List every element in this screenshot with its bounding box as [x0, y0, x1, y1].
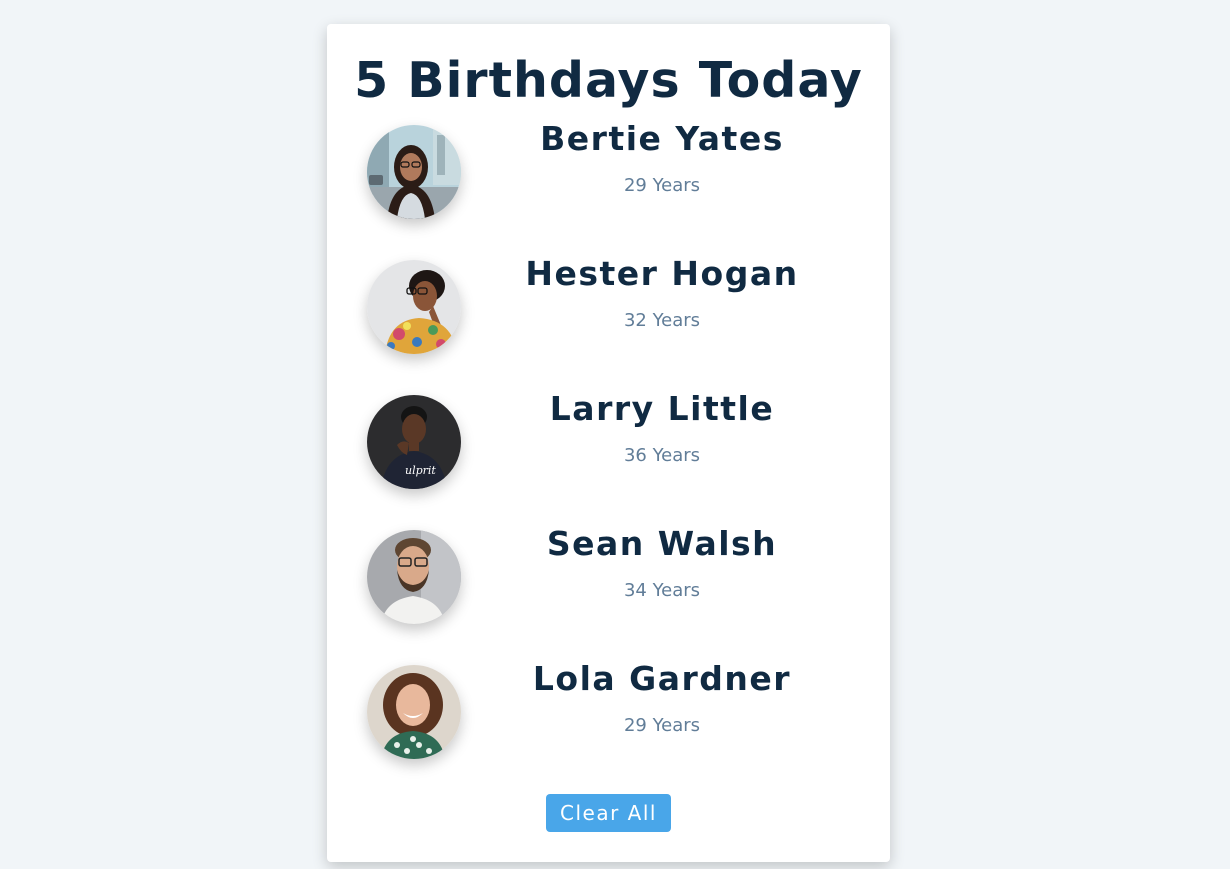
person-name: Bertie Yates [540, 119, 784, 158]
birthday-card: 5 Birthdays Today Bertie Yates 29 Years [327, 24, 890, 862]
person-name: Sean Walsh [546, 524, 778, 563]
list-item: Hester Hogan 32 Years [327, 254, 890, 356]
person-age: 32 Years [623, 310, 701, 331]
avatar [367, 260, 461, 354]
svg-text:ulprit: ulprit [405, 464, 436, 477]
avatar-man-dark-shirt-icon: ulprit [367, 395, 461, 489]
avatar [367, 530, 461, 624]
avatar [367, 665, 461, 759]
person-name: Hester Hogan [525, 254, 799, 293]
list-item: Bertie Yates 29 Years [327, 119, 890, 221]
avatar: ulprit [367, 395, 461, 489]
clear-all-button[interactable]: Clear All [546, 794, 671, 832]
person-age: 29 Years [623, 715, 701, 736]
person-age: 29 Years [623, 175, 701, 196]
page-title: 5 Birthdays Today [354, 52, 863, 109]
list-item: Lola Gardner 29 Years [327, 659, 890, 761]
avatar-woman-curly-hair-icon [367, 665, 461, 759]
person-name: Larry Little [549, 389, 775, 428]
avatar-man-glasses-beard-icon [367, 530, 461, 624]
avatar-woman-glasses-floral-icon [367, 260, 461, 354]
person-age: 36 Years [623, 445, 701, 466]
list-item: Sean Walsh 34 Years [327, 524, 890, 626]
list-item: ulprit Larry Little 36 Years [327, 389, 890, 491]
person-age: 34 Years [623, 580, 701, 601]
avatar [367, 125, 461, 219]
person-name: Lola Gardner [532, 659, 792, 698]
avatar-woman-glasses-street-icon [367, 125, 461, 219]
